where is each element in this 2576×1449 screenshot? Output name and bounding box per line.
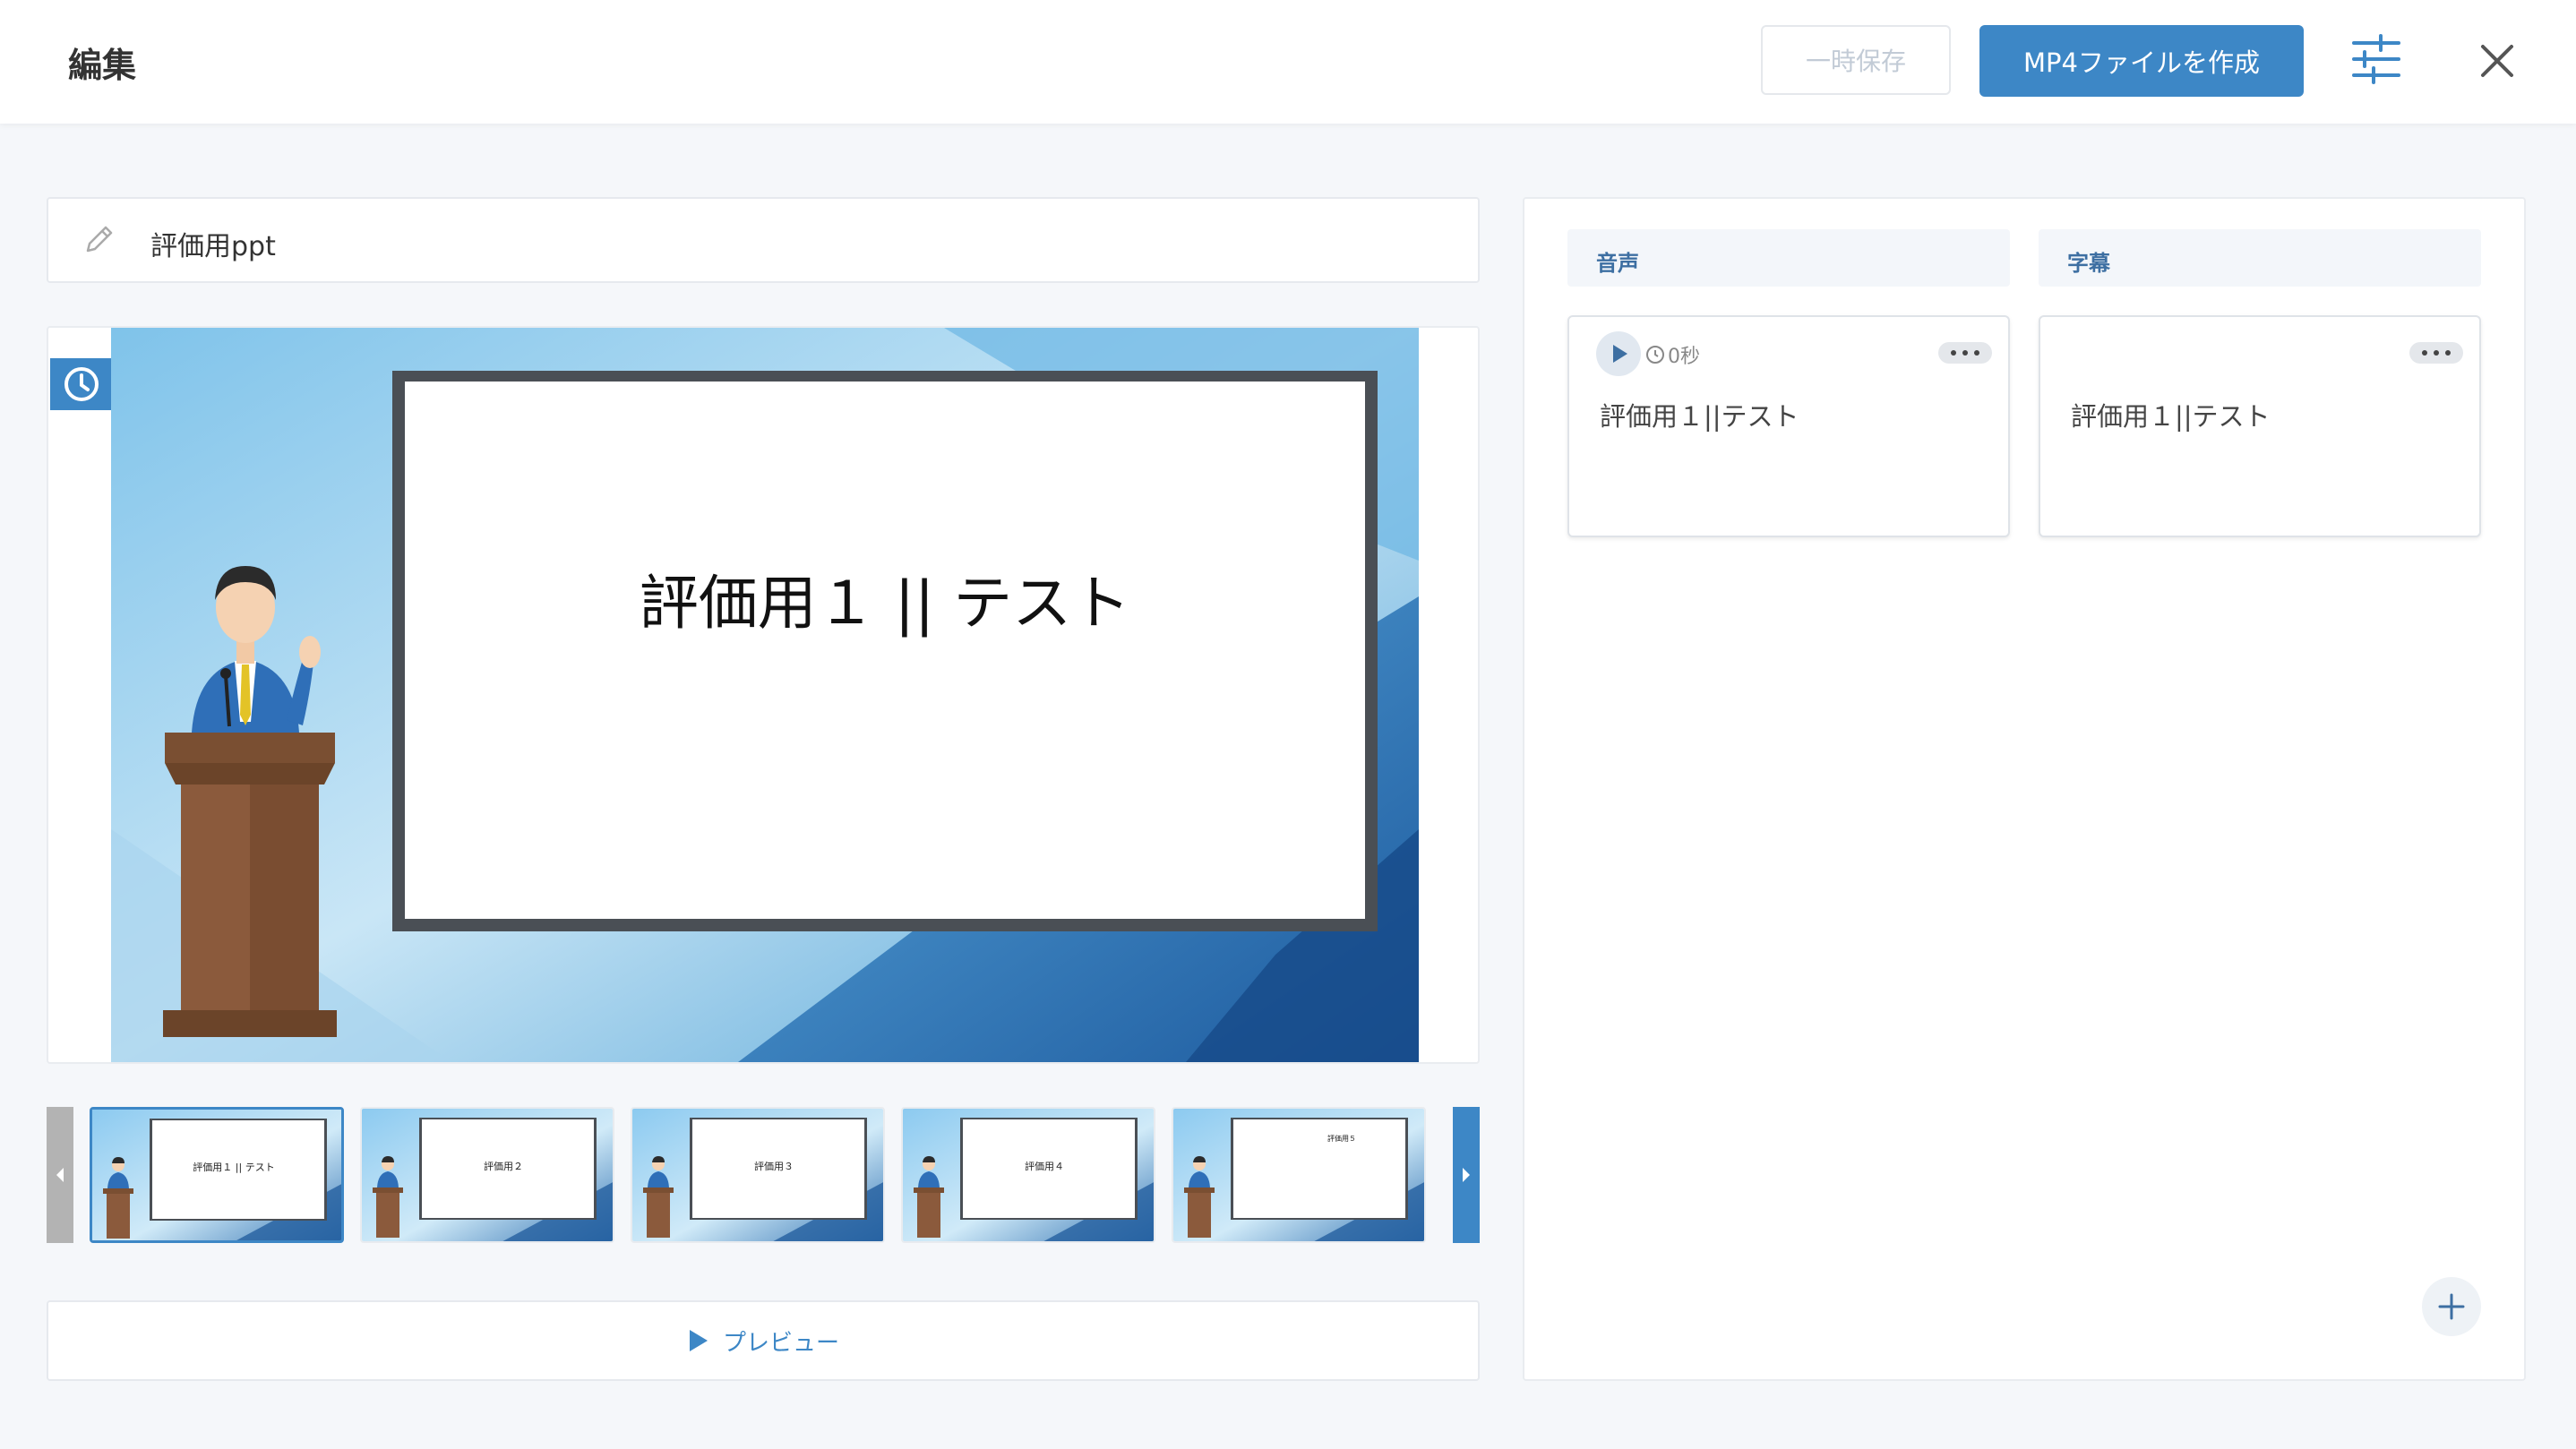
slide-thumbnail-5[interactable]: 評価用５	[1172, 1107, 1426, 1243]
pencil-icon	[81, 222, 116, 258]
clock-icon[interactable]	[50, 358, 113, 410]
thumbnail-label: 評価用３	[754, 1160, 794, 1172]
preview-button[interactable]: プレビュー	[47, 1300, 1480, 1381]
project-name-value: 評価用ppt	[150, 231, 276, 262]
slide-preview: 評価用１ || テスト	[47, 326, 1480, 1064]
thumbnail-label: 評価用４	[1025, 1160, 1064, 1172]
add-icon[interactable]	[2422, 1277, 2481, 1336]
slide-thumbnail-3[interactable]: 評価用３	[631, 1107, 885, 1243]
project-name-field[interactable]: 評価用ppt	[47, 197, 1480, 283]
subtitle-text: 評価用１||テスト	[2071, 401, 2271, 432]
slide-title: 評価用１ || テスト	[640, 569, 1130, 638]
close-icon[interactable]	[2476, 39, 2519, 82]
scroll-right-button[interactable]	[1453, 1107, 1480, 1243]
audio-card[interactable]: 0秒 評価用１||テスト	[1567, 315, 2010, 537]
scroll-left-button[interactable]	[47, 1107, 73, 1243]
thumbnail-label: 評価用５	[1327, 1134, 1356, 1143]
create-mp4-button[interactable]: MP4ファイルを作成	[1979, 25, 2304, 97]
page-title: 編集	[68, 46, 137, 85]
narration-panel: 音声 字幕 0秒 評価用１||テスト 評価用１||テスト	[1523, 197, 2526, 1381]
slide-thumbnail-2[interactable]: 評価用２	[360, 1107, 614, 1243]
slide-thumbnail-4[interactable]: 評価用４	[901, 1107, 1155, 1243]
audio-duration: 0秒	[1668, 346, 1700, 368]
subtitle-column-header: 字幕	[2039, 229, 2481, 287]
play-audio-button[interactable]	[1596, 331, 1641, 376]
more-options-icon[interactable]	[2409, 342, 2463, 364]
preview-label: プレビュー	[722, 1329, 839, 1357]
thumbnail-label: 評価用２	[484, 1160, 523, 1172]
top-bar: 編集 一時保存 MP4ファイルを作成	[0, 0, 2576, 124]
temporary-save-button[interactable]: 一時保存	[1761, 25, 1951, 95]
slide-canvas: 評価用１ || テスト	[111, 328, 1419, 1062]
audio-text: 評価用１||テスト	[1600, 401, 1799, 432]
clock-icon	[1646, 346, 1664, 364]
audio-column-header: 音声	[1567, 229, 2010, 287]
more-options-icon[interactable]	[1938, 342, 1992, 364]
thumbnail-label: 評価用１ || テスト	[193, 1161, 274, 1173]
subtitle-card[interactable]: 評価用１||テスト	[2039, 315, 2481, 537]
settings-sliders-icon[interactable]	[2350, 34, 2402, 84]
slide-thumbnail-1[interactable]: 評価用１ || テスト	[90, 1107, 344, 1243]
play-icon	[689, 1330, 708, 1351]
thumbnail-strip: 評価用１ || テスト 評価用２ 評価用３ 評価用４ 評価用５	[47, 1107, 1480, 1243]
